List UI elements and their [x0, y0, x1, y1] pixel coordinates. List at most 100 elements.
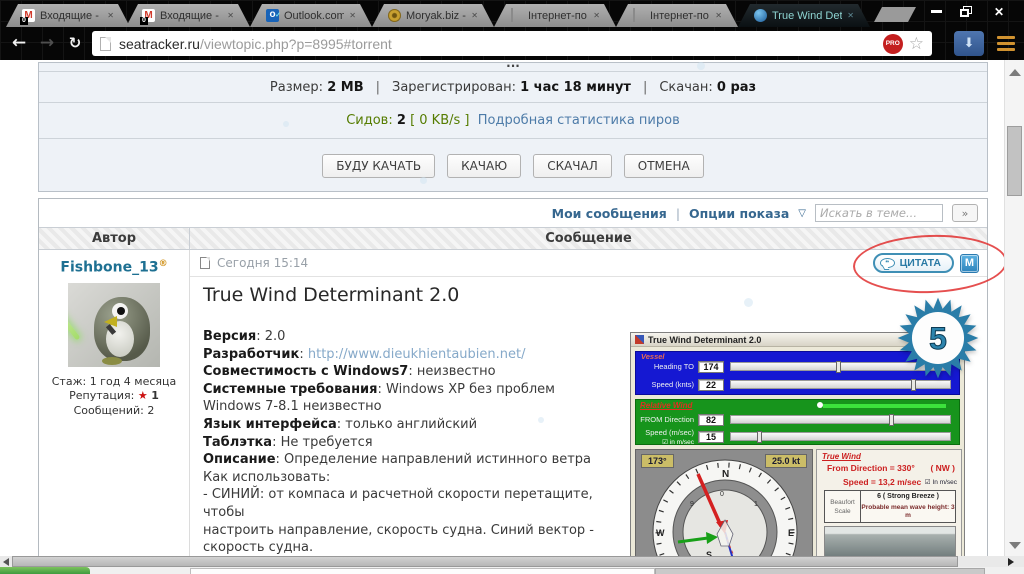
speed-badge: 25.0 kt	[765, 454, 807, 468]
tab-close-icon[interactable]: ✕	[593, 11, 600, 20]
tab-label: Outlook.com	[284, 10, 344, 22]
torrent-stats-box: ... Размер: 2 MB | Зарегистрирован: 1 ча…	[38, 62, 988, 192]
true-wind-title: True Wind	[822, 452, 861, 461]
registered-value: 1 час 18 минут	[520, 80, 631, 95]
restore-button[interactable]	[952, 3, 980, 20]
author-column-header: Автор	[39, 228, 190, 249]
reputation-star-icon: ★	[138, 389, 148, 402]
tab-label: Інтернет-по	[528, 10, 587, 22]
tab-moryak[interactable]: Moryak.biz - ✕	[372, 4, 494, 27]
vertical-scrollbar[interactable]	[1004, 60, 1024, 556]
tab-label: Moryak.biz -	[406, 10, 466, 22]
chevron-down-icon[interactable]: ▽	[798, 208, 806, 219]
address-bar[interactable]: seatracker.ru/viewtopic.php?p=8995#torre…	[92, 31, 932, 56]
refresh-button[interactable]: ↻	[62, 30, 88, 56]
body-line: - СИНИЙ: от компаса и расчетной скорости…	[203, 486, 633, 521]
speed-value: 22	[698, 379, 724, 391]
gmail-icon: M0	[22, 9, 35, 22]
tab-close-icon[interactable]: ✕	[471, 11, 478, 20]
tab-gmail-2[interactable]: M0 Входящие - ✕	[126, 4, 250, 27]
body-line: Описание: Определение направлений истинн…	[203, 451, 633, 469]
scroll-left-arrow[interactable]	[3, 558, 9, 566]
cancel-button[interactable]: ОТМЕНА	[624, 154, 704, 178]
body-line: Язык интерфейса: только английский	[203, 416, 633, 434]
pro-extension-badge[interactable]: PRO	[883, 34, 903, 54]
search-in-topic-input[interactable]	[815, 204, 943, 222]
taskbar-item[interactable]	[190, 568, 655, 574]
start-button[interactable]	[0, 567, 90, 574]
minimize-button[interactable]	[922, 3, 950, 20]
body-line: Версия: 2.0	[203, 328, 633, 346]
size-value: 2 MB	[327, 80, 363, 95]
minimize-icon	[931, 10, 942, 13]
relative-wind-panel: Relative Wind FROM Direction 82 Speed (m…	[635, 399, 960, 445]
horizontal-scroll-thumb[interactable]	[12, 556, 958, 567]
vertical-scroll-thumb[interactable]	[1007, 126, 1022, 196]
peer-stats-link[interactable]: Подробная статистика пиров	[478, 113, 680, 128]
seeds-row: Сидов: 2 [ 0 KB/s ] Подробная статистика…	[39, 102, 987, 138]
url-host: seatracker.ru	[119, 36, 200, 52]
developer-link[interactable]: http://www.dieukhientaubien.net/	[308, 347, 526, 362]
tab-true-wind-active[interactable]: True Wind Det ✕	[738, 4, 870, 27]
from-direction-value: 82	[698, 414, 724, 426]
tab-internet-1[interactable]: Інтернет-по ✕	[494, 4, 616, 27]
scroll-down-arrow[interactable]	[1009, 542, 1021, 549]
topic-controls: Мои сообщения | Опции показа ▽ »	[39, 199, 987, 227]
downloading-button[interactable]: КАЧАЮ	[447, 154, 521, 178]
search-go-button[interactable]: »	[952, 204, 978, 222]
download-extension-button[interactable]: ⬇	[954, 31, 984, 56]
beaufort-table: Beaufort Scale 6 ( Strong Breeze ) Proba…	[824, 490, 956, 523]
my-messages-link[interactable]: Мои сообщения	[552, 206, 667, 221]
bookmark-star-icon[interactable]: ☆	[909, 34, 924, 54]
screen: M0 Входящие - ✕ M0 Входящие - ✕ o Outloo…	[0, 0, 1024, 574]
tab-outlook[interactable]: o Outlook.com ✕	[250, 4, 372, 27]
page-security-icon	[100, 37, 111, 51]
rating-star-badge: 5	[896, 291, 980, 385]
body-line: Как использовать:	[203, 469, 633, 487]
will-download-button[interactable]: БУДУ КАЧАТЬ	[322, 154, 435, 178]
wave-height-text: Probable mean wave height: 3 m	[861, 500, 955, 520]
beaufort-value: 6 ( Strong Breeze )	[861, 491, 955, 500]
tab-internet-2[interactable]: Інтернет-по ✕	[616, 4, 738, 27]
tab-label: Інтернет-по	[650, 10, 709, 22]
heading-badge: 173°	[641, 454, 674, 468]
message-column-header: Сообщение	[190, 228, 987, 249]
body-line: скорость судна.	[203, 539, 633, 556]
back-button[interactable]: ←	[6, 30, 32, 56]
new-tab-button[interactable]	[874, 7, 916, 22]
author-stats: Стаж: 1 год 4 месяца Репутация: ★ 1 Сооб…	[39, 375, 189, 419]
tab-label: True Wind Det	[772, 10, 842, 22]
post-title: True Wind Determinant 2.0	[203, 284, 459, 306]
table-header: Автор Сообщение	[39, 227, 987, 250]
horizontal-scrollbar[interactable]	[0, 556, 1024, 567]
scroll-up-arrow[interactable]	[1009, 69, 1021, 76]
scroll-right-arrow[interactable]	[1008, 558, 1014, 566]
sea-photo	[824, 526, 956, 558]
compass-panel: 173° 25.0 kt N E W S 0 1 3 9	[635, 449, 813, 558]
seeds-label: Сидов:	[346, 113, 393, 128]
restore-icon	[960, 9, 969, 17]
heading-value: 174	[698, 361, 724, 373]
browser-menu-button[interactable]	[992, 31, 1020, 56]
unread-badge: 0	[20, 17, 28, 25]
wind-speed-slider	[730, 432, 951, 441]
registered-mark: ®	[159, 259, 168, 269]
app-title: True Wind Determinant 2.0	[648, 335, 761, 345]
svg-text:9: 9	[690, 501, 694, 508]
tab-close-icon[interactable]: ✕	[715, 11, 722, 20]
tab-gmail-1[interactable]: M0 Входящие - ✕	[6, 4, 130, 27]
body-line: Windows 7-8.1 неизвестно	[203, 398, 633, 416]
tab-close-icon[interactable]: ✕	[227, 11, 234, 20]
forward-button[interactable]: →	[34, 30, 60, 56]
downloaded-button[interactable]: СКАЧАЛ	[533, 154, 612, 178]
outlook-icon: o	[266, 9, 279, 22]
author-username[interactable]: Fishbone_13®	[39, 259, 189, 276]
tab-close-icon[interactable]: ✕	[847, 11, 854, 20]
taskbar-item[interactable]	[655, 568, 985, 574]
tab-close-icon[interactable]: ✕	[349, 11, 356, 20]
tab-close-icon[interactable]: ✕	[107, 11, 114, 20]
close-window-button[interactable]: ✕	[982, 3, 1016, 20]
display-options-link[interactable]: Опции показа	[689, 206, 789, 221]
true-wind-panel: True Wind From Direction = 330° ( NW ) S…	[816, 449, 962, 558]
body-line: Совместимость с Windows7: неизвестно	[203, 363, 633, 381]
